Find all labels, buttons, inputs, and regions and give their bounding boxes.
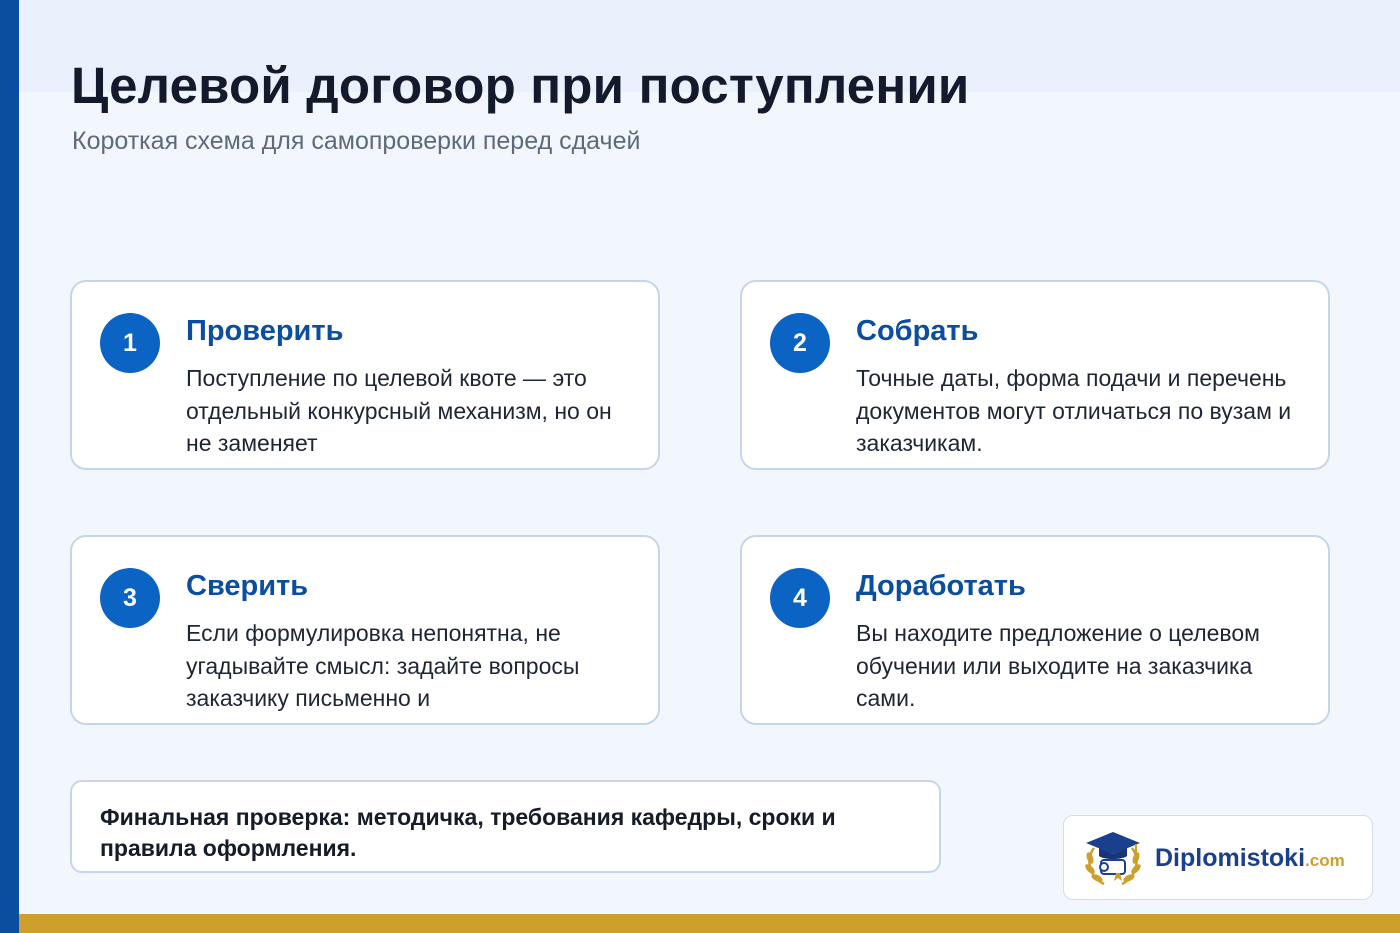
step-number-badge: 1 (100, 313, 160, 373)
step-title: Сверить (186, 570, 309, 602)
step-number-badge: 4 (770, 568, 830, 628)
step-title: Собрать (856, 315, 979, 347)
step-card-3: 3 Сверить Если формулировка непонятна, н… (70, 535, 660, 725)
graduation-cap-laurel-icon (1085, 832, 1141, 886)
step-text: Если формулировка непонятна, не угадывай… (186, 620, 580, 711)
final-check-note: Финальная проверка: методичка, требовани… (70, 780, 941, 873)
left-accent-bar (0, 0, 19, 933)
step-title: Проверить (186, 315, 344, 347)
step-number-badge: 2 (770, 313, 830, 373)
step-text: Поступление по целевой квоте — это отдел… (186, 365, 612, 456)
step-number-badge: 3 (100, 568, 160, 628)
step-card-1: 1 Проверить Поступление по целевой квоте… (70, 280, 660, 470)
step-card-4: 4 Доработать Вы находите предложение о ц… (740, 535, 1330, 725)
brand-name: Diplomistoki.com (1155, 844, 1345, 873)
brand-logo: Diplomistoki.com (1063, 815, 1373, 900)
step-card-2: 2 Собрать Точные даты, форма подачи и пе… (740, 280, 1330, 470)
brand-domain-suffix: .com (1305, 851, 1345, 870)
step-text: Точные даты, форма подачи и перечень док… (856, 365, 1292, 456)
step-title: Доработать (856, 570, 1026, 602)
page-subtitle: Короткая схема для самопроверки перед сд… (72, 127, 641, 155)
step-text: Вы находите предложение о целевом обучен… (856, 620, 1260, 711)
bottom-accent-bar (19, 914, 1400, 933)
brand-name-text: Diplomistoki (1155, 844, 1306, 872)
page-title: Целевой договор при поступлении (71, 57, 970, 114)
